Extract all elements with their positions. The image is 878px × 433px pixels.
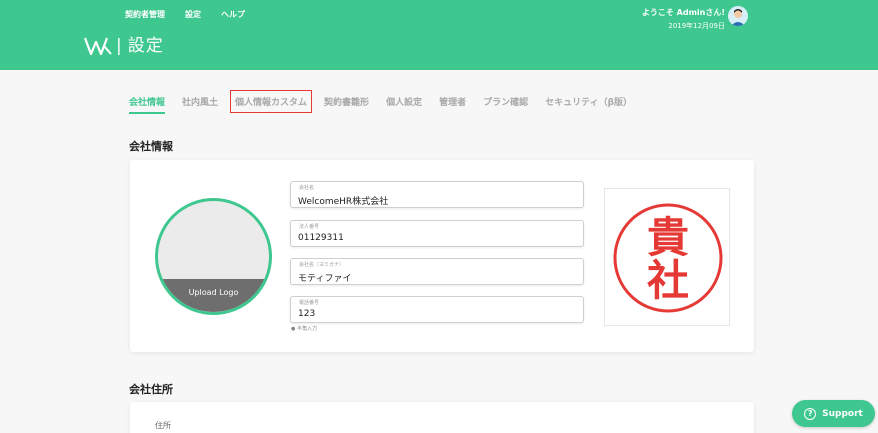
company-seal-icon: 貴 社	[613, 203, 723, 313]
seal-char-2: 社	[647, 256, 689, 305]
current-date: 2019年12月09日	[668, 22, 725, 30]
nav-help[interactable]: ヘルプ	[221, 9, 245, 20]
upload-logo-button[interactable]: Upload Logo	[158, 279, 269, 312]
company-name-kana-value[interactable]: モティファイ	[298, 271, 351, 284]
company-seal-upload[interactable]: 貴 社	[604, 188, 730, 326]
user-greeting: ようこそ Adminさん! 2019年12月09日	[642, 7, 725, 31]
address-label: 住所	[155, 421, 171, 430]
tab-security[interactable]: セキュリティ（β版）	[545, 95, 632, 108]
brand: | 設定	[84, 36, 164, 56]
avatar[interactable]	[728, 6, 748, 26]
tab-company-culture[interactable]: 社内風土	[182, 95, 218, 108]
brand-logo-icon[interactable]	[84, 36, 112, 56]
tab-contract-templates[interactable]: 契約書雛形	[324, 95, 369, 108]
corporate-number-label: 法人番号	[299, 224, 320, 230]
company-name-label: 会社名	[299, 185, 315, 191]
logo-upload[interactable]: Upload Logo	[155, 198, 272, 315]
corporate-number-value[interactable]: 01129311	[298, 233, 344, 243]
phone-number-value[interactable]: 123	[298, 309, 315, 319]
corporate-number-field[interactable]: 法人番号 01129311	[290, 220, 584, 247]
user-avatar-icon	[728, 6, 748, 26]
company-address-card	[130, 402, 754, 433]
phone-number-field[interactable]: 電話番号 123	[290, 296, 584, 323]
top-nav: 契約者管理 設定 ヘルプ	[125, 9, 265, 20]
tab-administrators[interactable]: 管理者	[439, 95, 466, 108]
tab-plan[interactable]: プラン確認	[483, 95, 528, 108]
company-info-heading: 会社情報	[129, 140, 173, 153]
nav-settings[interactable]: 設定	[185, 9, 201, 20]
welcome-text: ようこそ Adminさん!	[641, 8, 725, 17]
settings-tabs: 会社情報 社内風土 個人情報カスタム 契約書雛形 個人設定 管理者 プラン確認 …	[129, 90, 649, 114]
company-name-field[interactable]: 会社名 WelcomeHR株式会社	[290, 181, 584, 208]
title-separator: |	[116, 36, 122, 56]
app-header: 契約者管理 設定 ヘルプ | 設定 ようこそ Adminさん! 2019年12月…	[0, 0, 878, 70]
phone-number-label: 電話番号	[299, 300, 320, 306]
nav-contract-management[interactable]: 契約者管理	[125, 9, 165, 20]
tab-personal-info-custom[interactable]: 個人情報カスタム	[230, 90, 313, 113]
company-name-kana-label: 会社名（ヨミガナ）	[299, 262, 345, 268]
company-address-heading: 会社住所	[129, 383, 173, 396]
seal-char-1: 貴	[647, 213, 689, 262]
company-name-value[interactable]: WelcomeHR株式会社	[298, 194, 388, 207]
tab-company-info[interactable]: 会社情報	[129, 95, 166, 114]
support-button[interactable]: ? Support	[792, 400, 875, 427]
tab-personal-settings[interactable]: 個人設定	[386, 95, 422, 108]
half-width-hint: ● 半角入力	[291, 326, 317, 332]
help-icon: ?	[804, 407, 817, 420]
company-name-kana-field[interactable]: 会社名（ヨミガナ） モティファイ	[290, 258, 584, 285]
page-title: 設定	[127, 36, 164, 56]
support-label: Support	[822, 408, 863, 419]
